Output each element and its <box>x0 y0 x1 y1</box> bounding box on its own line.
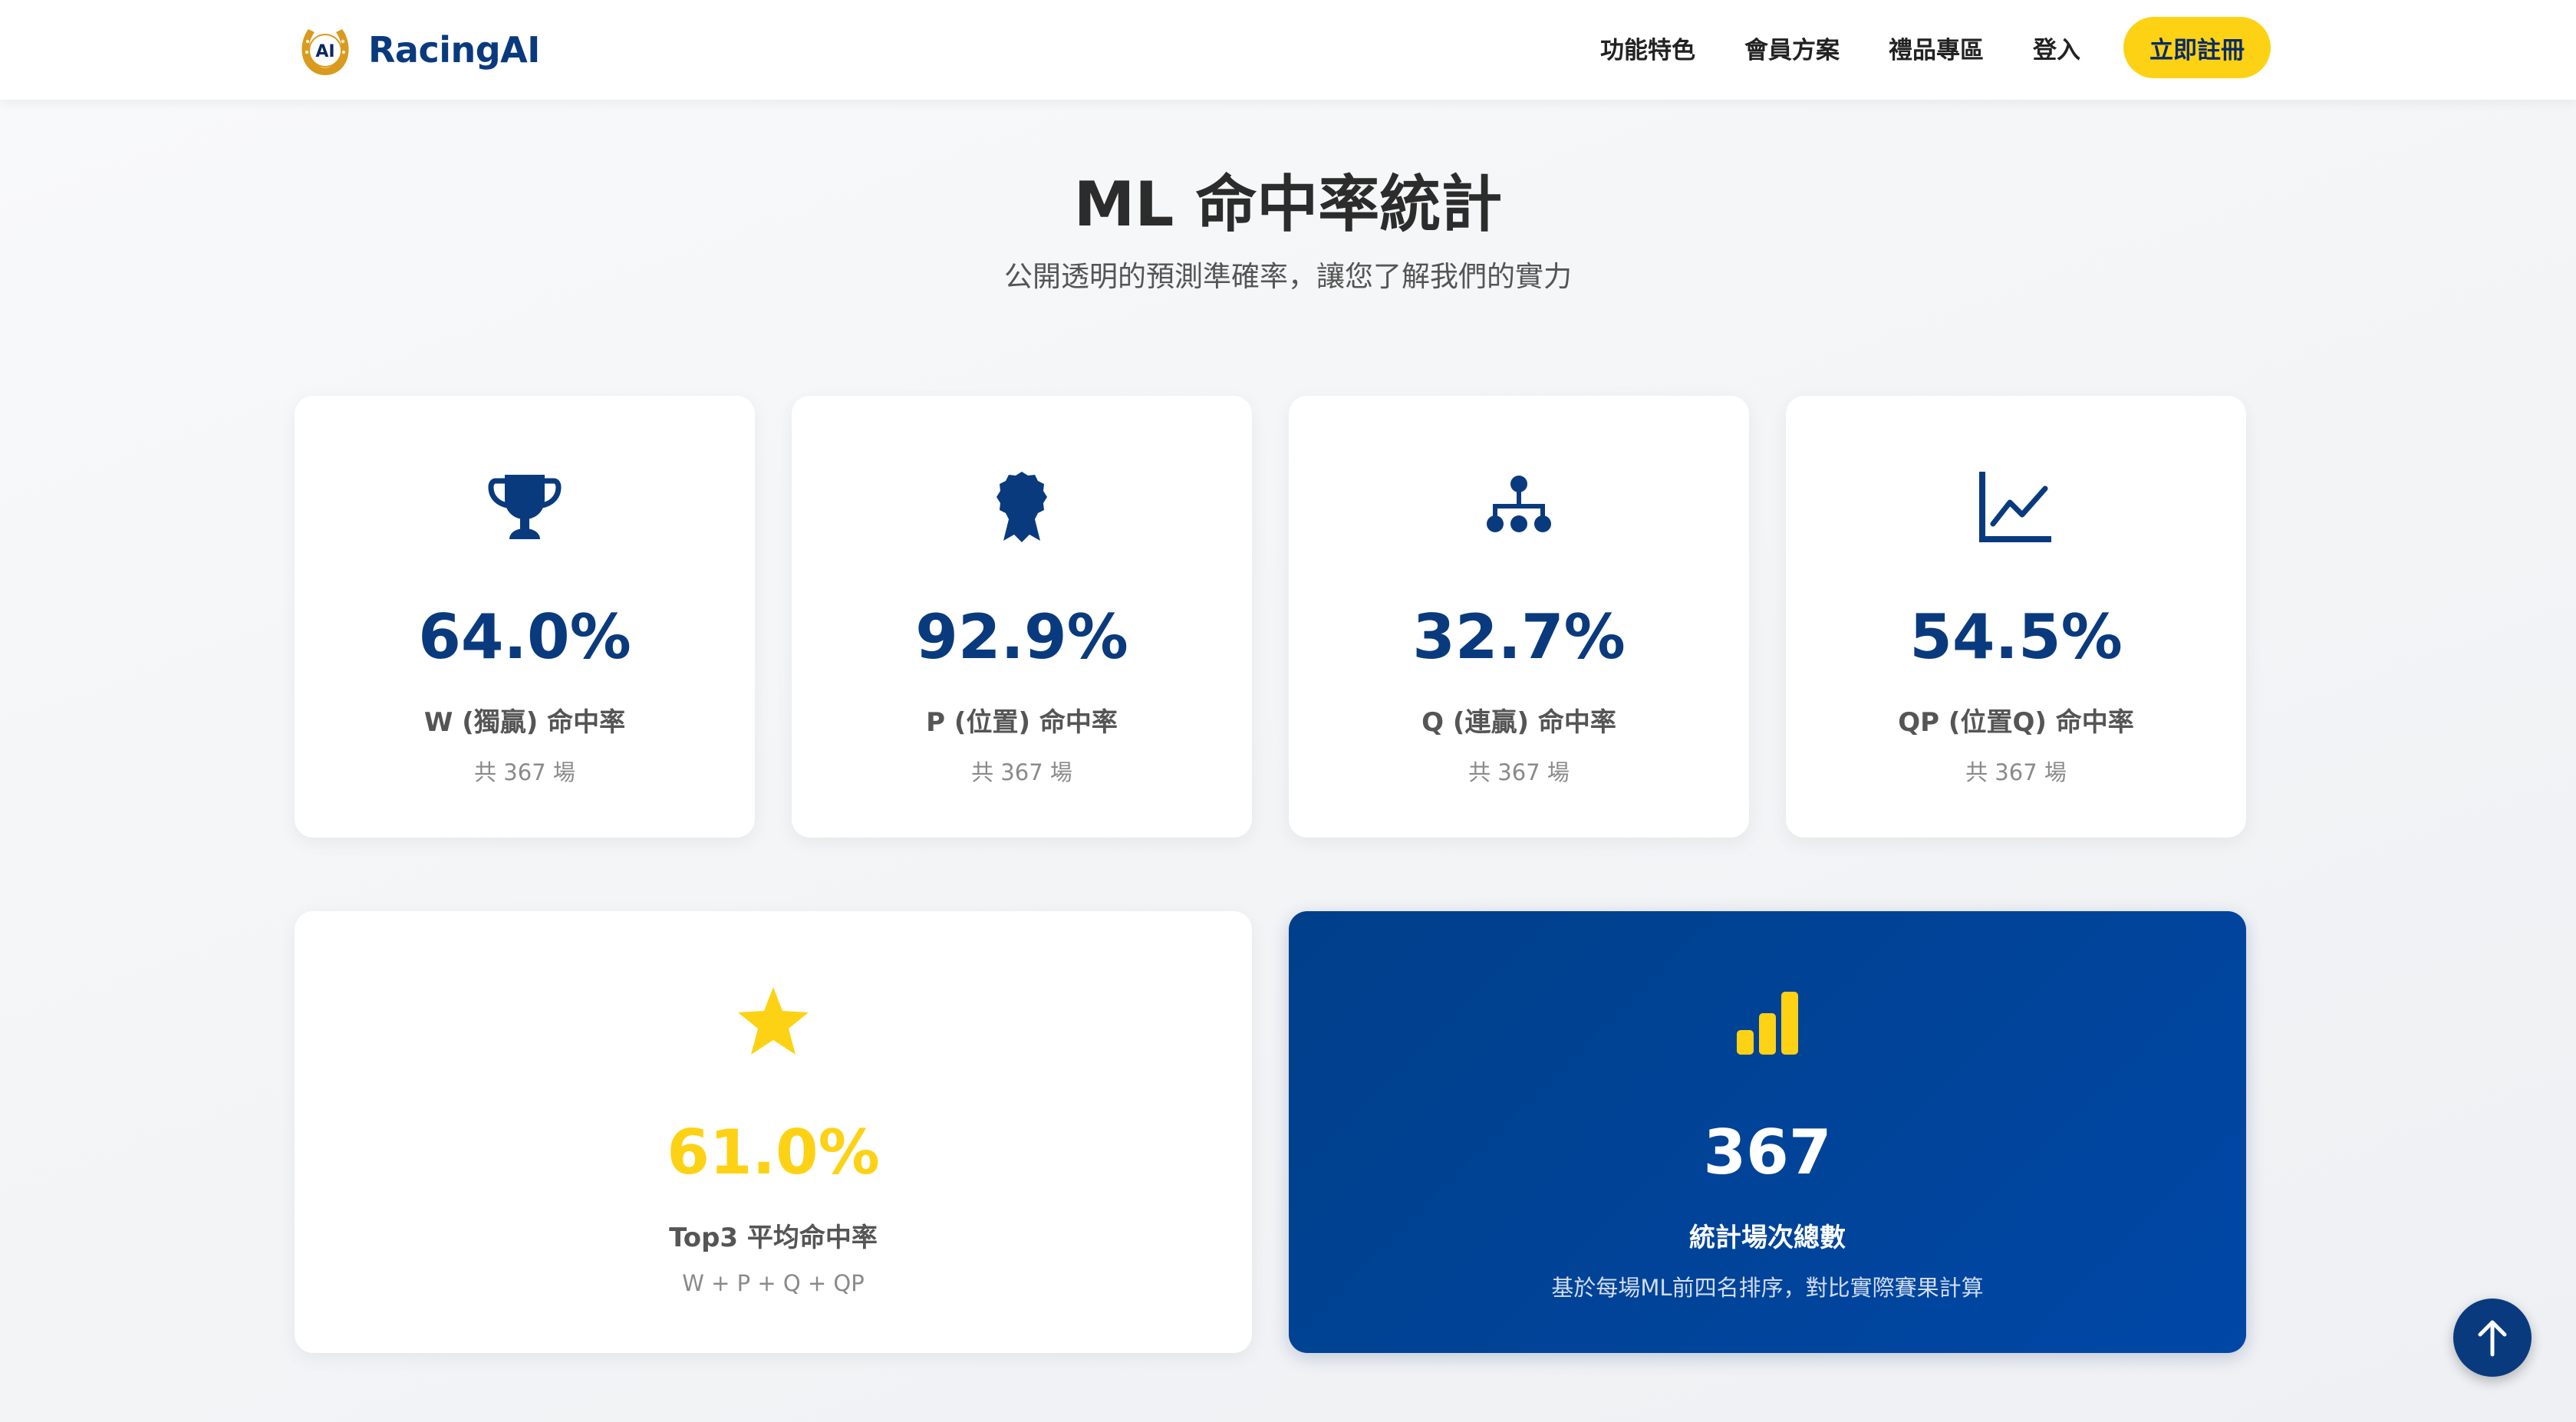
stat-card-p: 92.9% P (位置) 命中率 共 367 場 <box>792 396 1252 838</box>
nav-link-login[interactable]: 登入 <box>2033 31 2080 65</box>
stat-card-w: 64.0% W (獨贏) 命中率 共 367 場 <box>295 396 755 838</box>
summary-card-top3: 61.0% Top3 平均命中率 W + P + Q + QP <box>295 911 1252 1353</box>
stat-sub: 共 367 場 <box>1468 759 1570 785</box>
stat-label: QP (位置Q) 命中率 <box>1898 707 2134 738</box>
award-icon <box>980 465 1064 549</box>
summary-value: 61.0% <box>667 1117 880 1188</box>
register-button[interactable]: 立即註冊 <box>2123 17 2271 78</box>
trophy-icon <box>483 465 567 549</box>
stat-label: W (獨贏) 命中率 <box>423 707 626 738</box>
stat-label: P (位置) 命中率 <box>926 707 1118 738</box>
scroll-to-top-button[interactable] <box>2453 1299 2532 1377</box>
nav-menu: 功能特色 會員方案 禮品專區 登入 立即註冊 <box>1551 17 2271 78</box>
summary-label: 統計場次總數 <box>1689 1223 1846 1253</box>
brand-name: RacingAI <box>368 29 540 71</box>
signal-bars-icon <box>1725 980 1810 1065</box>
nav-link-gifts[interactable]: 禮品專區 <box>1889 31 1984 65</box>
sitemap-icon <box>1477 465 1561 549</box>
summary-sub: 基於每場ML前四名排序，對比實際賽果計算 <box>1551 1275 1984 1301</box>
page-title: ML 命中率統計 <box>1073 169 1503 240</box>
stat-card-q: 32.7% Q (連贏) 命中率 共 367 場 <box>1289 396 1749 838</box>
stat-label: Q (連贏) 命中率 <box>1421 707 1616 738</box>
stats-section: ML 命中率統計 公開透明的預測準確率，讓您了解我們的實力 64.0% W (獨… <box>0 100 2576 1422</box>
arrow-up-icon <box>2478 1320 2507 1357</box>
summary-card-total: 367 統計場次總數 基於每場ML前四名排序，對比實際賽果計算 <box>1289 911 2246 1353</box>
stat-sub: 共 367 場 <box>971 759 1072 785</box>
nav-link-features[interactable]: 功能特色 <box>1600 31 1695 65</box>
star-icon <box>731 980 815 1065</box>
stat-value: 54.5% <box>1909 601 2123 673</box>
page-subtitle: 公開透明的預測準確率，讓您了解我們的實力 <box>1004 260 1572 293</box>
stat-sub: 共 367 場 <box>474 759 575 785</box>
line-chart-icon <box>1974 465 2058 549</box>
stat-value: 32.7% <box>1412 601 1626 673</box>
stat-value: 64.0% <box>418 601 631 673</box>
summary-label: Top3 平均命中率 <box>669 1223 878 1253</box>
horseshoe-logo-icon: AI <box>301 29 349 75</box>
stat-value: 92.9% <box>915 601 1128 673</box>
stat-sub: 共 367 場 <box>1965 759 2067 785</box>
logo-text: AI <box>315 42 334 61</box>
brand[interactable]: AI RacingAI <box>298 21 540 78</box>
stat-card-qp: 54.5% QP (位置Q) 命中率 共 367 場 <box>1786 396 2246 838</box>
summary-value: 367 <box>1703 1117 1832 1188</box>
summary-sub: W + P + Q + QP <box>682 1270 865 1296</box>
nav-link-plans[interactable]: 會員方案 <box>1744 31 1840 65</box>
top-navbar: AI RacingAI 功能特色 會員方案 禮品專區 登入 立即註冊 <box>0 0 2576 100</box>
